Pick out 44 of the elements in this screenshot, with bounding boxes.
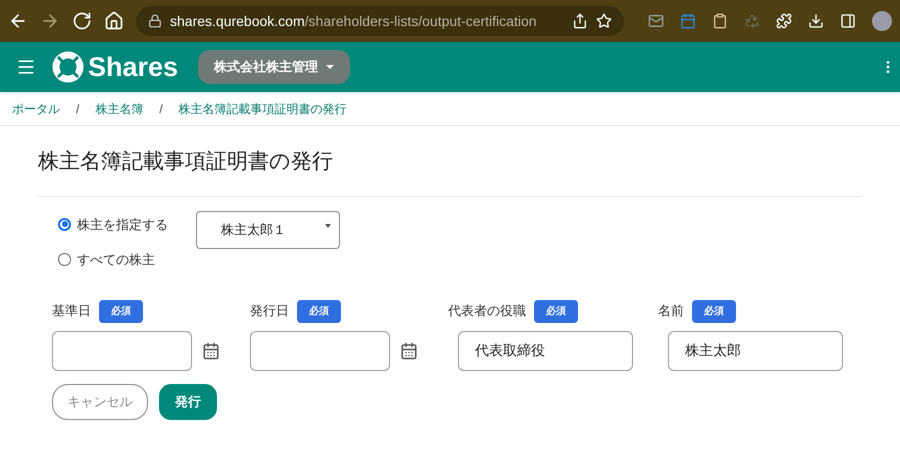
clipboard-icon[interactable] <box>712 13 728 29</box>
address-bar[interactable]: shares.qurebook.com/shareholders-lists/output-certification <box>136 6 624 36</box>
app-logo-text: Shares <box>88 50 178 84</box>
avatar-icon[interactable] <box>872 11 892 31</box>
star-icon[interactable] <box>596 13 612 29</box>
required-badge: 必須 <box>297 300 341 322</box>
puzzle-icon[interactable] <box>776 13 792 29</box>
page-title: 株主名簿記載事項証明書の発行 <box>38 146 862 196</box>
radio-label: すべての株主 <box>77 251 155 269</box>
field-label: 名前 <box>658 302 684 320</box>
field-label: 代表者の役職 <box>448 302 526 320</box>
breadcrumb-link[interactable]: 株主名簿記載事項証明書の発行 <box>178 100 347 118</box>
breadcrumb-link[interactable]: 株主名簿 <box>95 100 144 118</box>
sidebar-icon[interactable] <box>840 13 856 29</box>
calendar-icon[interactable] <box>202 342 220 360</box>
url-host: shares.qurebook.com <box>170 12 305 31</box>
breadcrumb-link[interactable]: ポータル <box>12 100 60 118</box>
download-icon[interactable] <box>808 13 824 29</box>
share-icon[interactable] <box>572 13 588 29</box>
home-icon[interactable] <box>104 11 124 31</box>
radio-button[interactable] <box>58 253 71 266</box>
breadcrumb-separator: / <box>159 100 163 118</box>
cancel-button[interactable]: キャンセル <box>52 384 148 420</box>
required-badge: 必須 <box>99 300 143 322</box>
lifebuoy-icon <box>52 51 84 83</box>
date-field[interactable] <box>250 330 390 370</box>
shareholder-select[interactable]: 株主太郎１ <box>196 210 340 248</box>
breadcrumb-separator: / <box>76 100 80 118</box>
text-field[interactable]: 代表取締役 <box>458 330 633 370</box>
radio-button[interactable] <box>58 218 71 231</box>
date-field[interactable] <box>52 330 192 370</box>
issue-button[interactable]: 発行 <box>159 384 217 420</box>
calendar-icon[interactable] <box>400 342 418 360</box>
field-label: 発行日 <box>250 302 289 320</box>
url-path: /shareholders-lists/output-certification <box>304 12 537 31</box>
text-field[interactable]: 株主太郎 <box>668 330 843 370</box>
lock-icon <box>148 14 162 28</box>
company-dropdown[interactable]: 株式会社株主管理 <box>198 50 350 84</box>
radio-label: 株主を指定する <box>77 216 168 234</box>
required-badge: 必須 <box>692 300 736 322</box>
mail-icon[interactable] <box>648 13 664 29</box>
required-badge: 必須 <box>534 300 578 322</box>
reload-icon[interactable] <box>72 11 92 31</box>
field-label: 基準日 <box>52 302 91 320</box>
